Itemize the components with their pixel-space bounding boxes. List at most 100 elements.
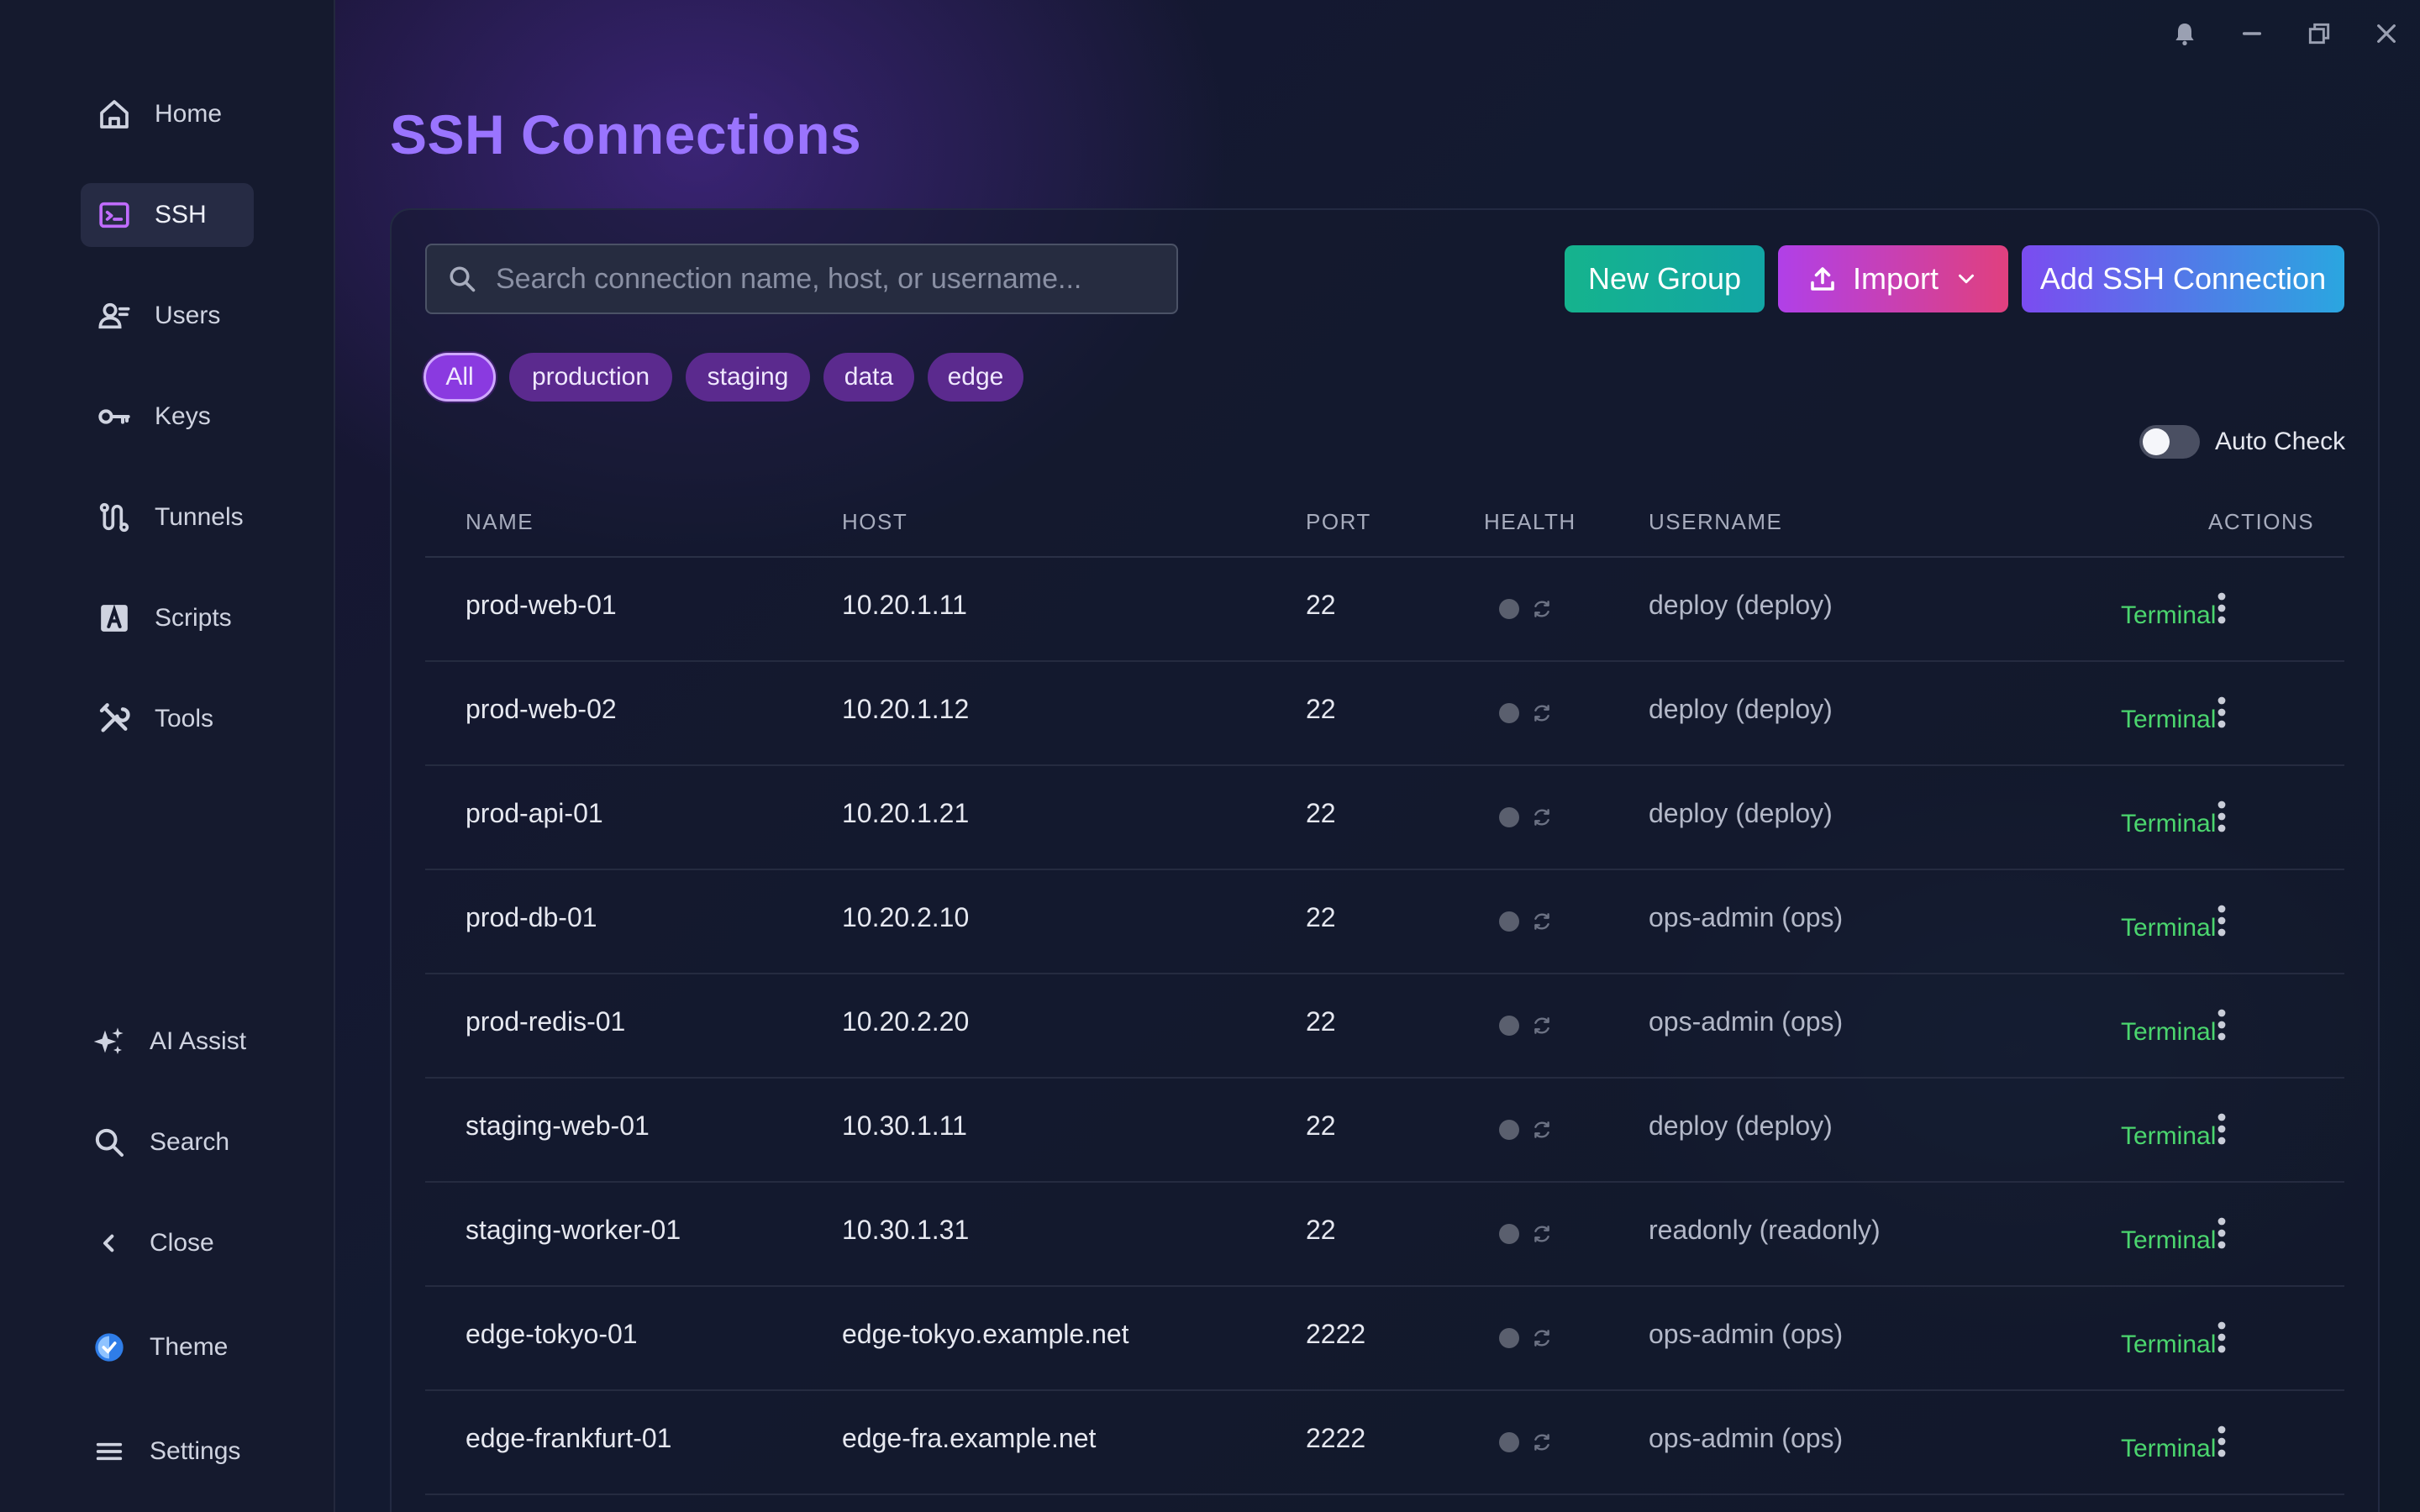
sidebar-item-theme[interactable]: Theme — [76, 1315, 249, 1379]
terminal-link[interactable]: Terminal — [2121, 1435, 2216, 1463]
sidebar-item-scripts[interactable]: Scripts — [81, 586, 254, 650]
refresh-icon[interactable] — [1531, 1431, 1553, 1453]
refresh-icon[interactable] — [1531, 806, 1553, 828]
connection-port: 22 — [1306, 1215, 1336, 1245]
terminal-link[interactable]: Terminal — [2121, 1018, 2216, 1047]
connection-host: 10.20.2.10 — [842, 902, 970, 932]
connection-username: deploy (deploy) — [1649, 798, 1833, 828]
chevron-left-icon — [91, 1225, 128, 1262]
add-ssh-connection-button-label: Add SSH Connection — [2039, 261, 2327, 296]
refresh-icon[interactable] — [1531, 702, 1553, 724]
connection-name: edge-frankfurt-01 — [466, 1423, 672, 1453]
sidebar-item-ssh[interactable]: SSH — [81, 183, 254, 247]
app-window: Home SSH Users Keys Tunnels Scripts Tool… — [0, 0, 2420, 1512]
refresh-icon[interactable] — [1531, 598, 1553, 620]
search-input[interactable] — [496, 262, 1176, 296]
terminal-link[interactable]: Terminal — [2121, 1331, 2216, 1359]
status-dot — [1499, 911, 1519, 932]
table-row[interactable]: prod-api-01 10.20.1.21 22 deploy (deploy… — [425, 766, 2344, 870]
more-options-icon[interactable] — [2205, 694, 2238, 731]
terminal-link[interactable]: Terminal — [2121, 810, 2216, 838]
script-icon — [96, 600, 133, 637]
theme-icon — [91, 1329, 128, 1366]
more-options-icon[interactable] — [2205, 590, 2238, 627]
connection-username: deploy (deploy) — [1649, 1110, 1833, 1141]
connection-port: 22 — [1306, 1006, 1336, 1037]
minimize-icon[interactable] — [2233, 15, 2270, 52]
new-group-button-label: New Group — [1587, 261, 1742, 296]
connection-username: deploy (deploy) — [1649, 694, 1833, 724]
sidebar-item-tunnels[interactable]: Tunnels — [81, 486, 254, 549]
refresh-icon[interactable] — [1531, 1119, 1553, 1141]
column-header-username[interactable]: USERNAME — [1649, 509, 1782, 535]
filter-chip-all[interactable]: All — [424, 353, 496, 402]
connection-name: prod-api-01 — [466, 798, 603, 828]
more-options-icon[interactable] — [2205, 798, 2238, 835]
more-options-icon[interactable] — [2205, 1319, 2238, 1356]
connection-port: 22 — [1306, 902, 1336, 932]
sidebar-item-keys[interactable]: Keys — [81, 385, 254, 449]
refresh-icon[interactable] — [1531, 911, 1553, 932]
refresh-icon[interactable] — [1531, 1015, 1553, 1037]
connection-name: staging-web-01 — [466, 1110, 650, 1141]
sparkle-icon — [91, 1023, 128, 1060]
auto-check-toggle[interactable] — [2139, 425, 2200, 459]
table-row[interactable]: edge-frankfurt-01 edge-fra.example.net 2… — [425, 1391, 2344, 1495]
sidebar-item-ai-assist[interactable]: AI Assist — [76, 1010, 249, 1074]
terminal-link[interactable]: Terminal — [2121, 1122, 2216, 1151]
sidebar-item-home[interactable]: Home — [81, 82, 254, 146]
table-row[interactable]: prod-web-01 10.20.1.11 22 deploy (deploy… — [425, 558, 2344, 662]
connection-port: 2222 — [1306, 1423, 1366, 1453]
terminal-link[interactable]: Terminal — [2121, 601, 2216, 630]
more-options-icon[interactable] — [2205, 902, 2238, 939]
table-row[interactable]: edge-tokyo-01 edge-tokyo.example.net 222… — [425, 1287, 2344, 1391]
connection-port: 22 — [1306, 1110, 1336, 1141]
status-dot — [1499, 1328, 1519, 1348]
connection-port: 2222 — [1306, 1319, 1366, 1349]
search-icon — [447, 264, 477, 294]
more-options-icon[interactable] — [2205, 1110, 2238, 1147]
auto-check-label: Auto Check — [2215, 428, 2346, 455]
more-options-icon[interactable] — [2205, 1423, 2238, 1460]
add-ssh-connection-button[interactable]: Add SSH Connection — [2022, 245, 2344, 312]
close-icon[interactable] — [2368, 15, 2405, 52]
filter-chip-edge[interactable]: edge — [928, 353, 1023, 402]
health-status — [1499, 1015, 1553, 1037]
filter-chip-data[interactable]: data — [823, 353, 914, 402]
terminal-link[interactable]: Terminal — [2121, 914, 2216, 942]
column-header-port[interactable]: PORT — [1306, 509, 1371, 535]
bell-icon[interactable] — [2166, 15, 2203, 52]
refresh-icon[interactable] — [1531, 1223, 1553, 1245]
connection-host: edge-fra.example.net — [842, 1423, 1097, 1453]
connection-name: staging-worker-01 — [466, 1215, 681, 1245]
table-row[interactable]: staging-web-01 10.30.1.11 22 deploy (dep… — [425, 1079, 2344, 1183]
chevron-down-icon — [1954, 266, 1979, 291]
sidebar-item-label: Scripts — [155, 604, 232, 632]
table-row[interactable]: prod-db-01 10.20.2.10 22 ops-admin (ops)… — [425, 870, 2344, 974]
sidebar-item-tools[interactable]: Tools — [81, 687, 254, 751]
refresh-icon[interactable] — [1531, 1327, 1553, 1349]
import-button[interactable]: Import — [1778, 245, 2008, 312]
health-status — [1499, 1223, 1553, 1245]
sidebar-item-label: Theme — [150, 1333, 229, 1361]
new-group-button[interactable]: New Group — [1565, 245, 1765, 312]
restore-icon[interactable] — [2301, 15, 2338, 52]
table-row[interactable]: prod-web-02 10.20.1.12 22 deploy (deploy… — [425, 662, 2344, 766]
column-header-host[interactable]: HOST — [842, 509, 908, 535]
sidebar-item-search[interactable]: Search — [76, 1110, 249, 1174]
sidebar-item-settings[interactable]: Settings — [76, 1420, 249, 1483]
column-header-name[interactable]: NAME — [466, 509, 534, 535]
table-row[interactable]: prod-redis-01 10.20.2.20 22 ops-admin (o… — [425, 974, 2344, 1079]
sidebar-item-users[interactable]: Users — [81, 284, 254, 348]
sidebar-item-close[interactable]: Close — [76, 1211, 249, 1275]
more-options-icon[interactable] — [2205, 1215, 2238, 1252]
terminal-link[interactable]: Terminal — [2121, 1226, 2216, 1255]
import-button-label: Import — [1852, 261, 1939, 296]
menu-icon — [91, 1433, 128, 1470]
table-row[interactable]: staging-worker-01 10.30.1.31 22 readonly… — [425, 1183, 2344, 1287]
filter-chip-staging[interactable]: staging — [686, 353, 810, 402]
more-options-icon[interactable] — [2205, 1006, 2238, 1043]
filter-chip-production[interactable]: production — [509, 353, 672, 402]
terminal-link[interactable]: Terminal — [2121, 706, 2216, 734]
connection-host: edge-tokyo.example.net — [842, 1319, 1129, 1349]
